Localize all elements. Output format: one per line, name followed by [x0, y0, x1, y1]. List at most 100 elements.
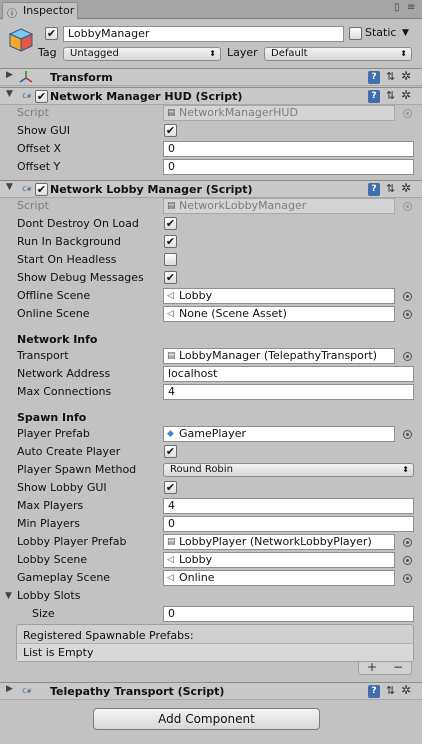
list-item: List is Empty	[17, 643, 413, 661]
help-book-icon[interactable]: ?	[368, 71, 380, 84]
offset-x-field[interactable]: 0	[163, 141, 414, 157]
presets-icon[interactable]: ⇅	[386, 89, 395, 102]
chevron-updown-icon: ⬍	[209, 49, 216, 58]
player-prefab-label: Player Prefab	[17, 427, 90, 440]
size-field[interactable]: 0	[163, 606, 414, 622]
foldout-collapsed-icon[interactable]: ▶	[6, 684, 13, 694]
registered-prefabs-header: Registered Spawnable Prefabs:	[23, 629, 194, 642]
lobby-scene-label: Lobby Scene	[17, 553, 88, 566]
offset-y-field[interactable]: 0	[163, 159, 414, 175]
component-header-network-manager-hud[interactable]: ▼ C# ✔ Network Manager HUD (Script) ? ⇅ …	[0, 87, 422, 105]
object-picker-icon[interactable]	[403, 310, 412, 319]
foldout-expanded-icon[interactable]: ▼	[5, 589, 12, 603]
inspector-tab-bar: ⓘ Inspector ▯ ≡	[0, 0, 422, 20]
component-header-icons: ? ⇅ ✲	[368, 88, 418, 105]
presets-icon[interactable]: ⇅	[386, 70, 395, 83]
object-picker-icon[interactable]	[403, 538, 412, 547]
hud-script-value: NetworkManagerHUD	[179, 106, 298, 119]
help-book-icon[interactable]: ?	[368, 685, 380, 698]
script-icon: C#	[22, 688, 32, 695]
gameobject-name-field[interactable]: LobbyManager	[63, 26, 344, 42]
presets-icon[interactable]: ⇅	[386, 182, 395, 195]
scene-asset-icon: ◁	[167, 291, 174, 301]
script-icon: C#	[22, 186, 32, 193]
static-dropdown-arrow-icon[interactable]: ▼	[402, 26, 409, 40]
transform-axes-icon	[19, 71, 33, 83]
show-gui-checkbox[interactable]: ✔	[164, 124, 177, 137]
transport-label: Transport	[17, 349, 69, 362]
presets-icon[interactable]: ⇅	[386, 684, 395, 697]
foldout-expanded-icon[interactable]: ▼	[6, 182, 13, 192]
object-picker-icon[interactable]	[403, 430, 412, 439]
help-book-icon[interactable]: ?	[368, 90, 380, 103]
help-book-icon[interactable]: ?	[368, 183, 380, 196]
offset-x-label: Offset X	[17, 142, 62, 155]
component-enabled-checkbox[interactable]: ✔	[35, 183, 48, 196]
offline-scene-field[interactable]: ◁ Lobby	[163, 288, 395, 304]
show-gui-label: Show GUI	[17, 124, 70, 137]
lobby-player-prefab-field[interactable]: ▤ LobbyPlayer (NetworkLobbyPlayer)	[163, 534, 395, 550]
show-lobby-gui-checkbox[interactable]: ✔	[164, 481, 177, 494]
gameplay-scene-field[interactable]: ◁ Online	[163, 570, 395, 586]
auto-create-checkbox[interactable]: ✔	[164, 445, 177, 458]
object-picker-icon[interactable]	[403, 352, 412, 361]
lobby-script-label: Script	[17, 199, 49, 212]
foldout-expanded-icon[interactable]: ▼	[6, 89, 13, 99]
lobby-scene-value: Lobby	[179, 553, 213, 566]
prefab-cube-icon: ◆	[167, 429, 174, 439]
foldout-collapsed-icon[interactable]: ▶	[6, 70, 13, 80]
component-title: Telepathy Transport (Script)	[50, 685, 225, 698]
gear-icon[interactable]: ✲	[401, 69, 411, 83]
min-players-label: Min Players	[17, 517, 80, 530]
layer-dropdown[interactable]: Default ⬍	[264, 47, 412, 61]
static-checkbox[interactable]	[349, 27, 362, 40]
component-header-icons: ? ⇅ ✲	[368, 69, 418, 86]
component-header-network-lobby-manager[interactable]: ▼ C# ✔ Network Lobby Manager (Script) ? …	[0, 180, 422, 198]
player-prefab-field[interactable]: ◆ GamePlayer	[163, 426, 395, 442]
run-background-checkbox[interactable]: ✔	[164, 235, 177, 248]
component-header-telepathy-transport[interactable]: ▶ C# Telepathy Transport (Script) ? ⇅ ✲	[0, 682, 422, 700]
tab-inspector[interactable]: ⓘ Inspector	[2, 2, 78, 20]
transport-value: LobbyManager (TelepathyTransport)	[179, 349, 378, 362]
network-address-field[interactable]: localhost	[163, 366, 414, 382]
list-add-button[interactable]: +	[367, 660, 377, 674]
offline-scene-label: Offline Scene	[17, 289, 91, 302]
gameobject-active-checkbox[interactable]: ✔	[45, 27, 58, 40]
object-picker-icon[interactable]	[403, 292, 412, 301]
max-connections-field[interactable]: 4	[163, 384, 414, 400]
gear-icon[interactable]: ✲	[401, 88, 411, 102]
layer-dropdown-value: Default	[271, 48, 308, 59]
tag-label: Tag	[38, 46, 57, 59]
lobby-player-prefab-label: Lobby Player Prefab	[17, 535, 127, 548]
show-debug-label: Show Debug Messages	[17, 271, 144, 284]
max-players-label: Max Players	[17, 499, 84, 512]
spawn-method-dropdown[interactable]: Round Robin ⬍	[163, 463, 414, 477]
component-enabled-checkbox[interactable]: ✔	[35, 90, 48, 103]
lobby-scene-field[interactable]: ◁ Lobby	[163, 552, 395, 568]
object-picker-icon[interactable]	[403, 556, 412, 565]
min-players-field[interactable]: 0	[163, 516, 414, 532]
tag-dropdown[interactable]: Untagged ⬍	[63, 47, 221, 61]
start-headless-checkbox[interactable]	[164, 253, 177, 266]
script-icon: C#	[22, 93, 32, 100]
lock-icon[interactable]: ▯	[394, 2, 400, 13]
add-component-button[interactable]: Add Component	[93, 708, 320, 730]
max-players-field[interactable]: 4	[163, 498, 414, 514]
gear-icon[interactable]: ✲	[401, 181, 411, 195]
script-component-icon: ▤	[167, 351, 176, 361]
gameplay-scene-label: Gameplay Scene	[17, 571, 111, 584]
dont-destroy-checkbox[interactable]: ✔	[164, 217, 177, 230]
max-connections-label: Max Connections	[17, 385, 112, 398]
component-header-transform[interactable]: ▶ Transform ? ⇅ ✲	[0, 68, 422, 86]
object-picker-icon[interactable]	[403, 574, 412, 583]
tab-inspector-label: Inspector	[23, 4, 75, 17]
list-remove-button[interactable]: −	[393, 660, 403, 674]
show-debug-checkbox[interactable]: ✔	[164, 271, 177, 284]
gear-icon[interactable]: ✲	[401, 683, 411, 697]
spawn-method-label: Player Spawn Method	[17, 463, 137, 476]
menu-icon[interactable]: ≡	[407, 2, 415, 13]
spawn-info-header: Spawn Info	[17, 411, 87, 424]
transport-field[interactable]: ▤ LobbyManager (TelepathyTransport)	[163, 348, 395, 364]
lobby-script-field: ▤ NetworkLobbyManager	[163, 198, 395, 214]
online-scene-field[interactable]: ◁ None (Scene Asset)	[163, 306, 395, 322]
